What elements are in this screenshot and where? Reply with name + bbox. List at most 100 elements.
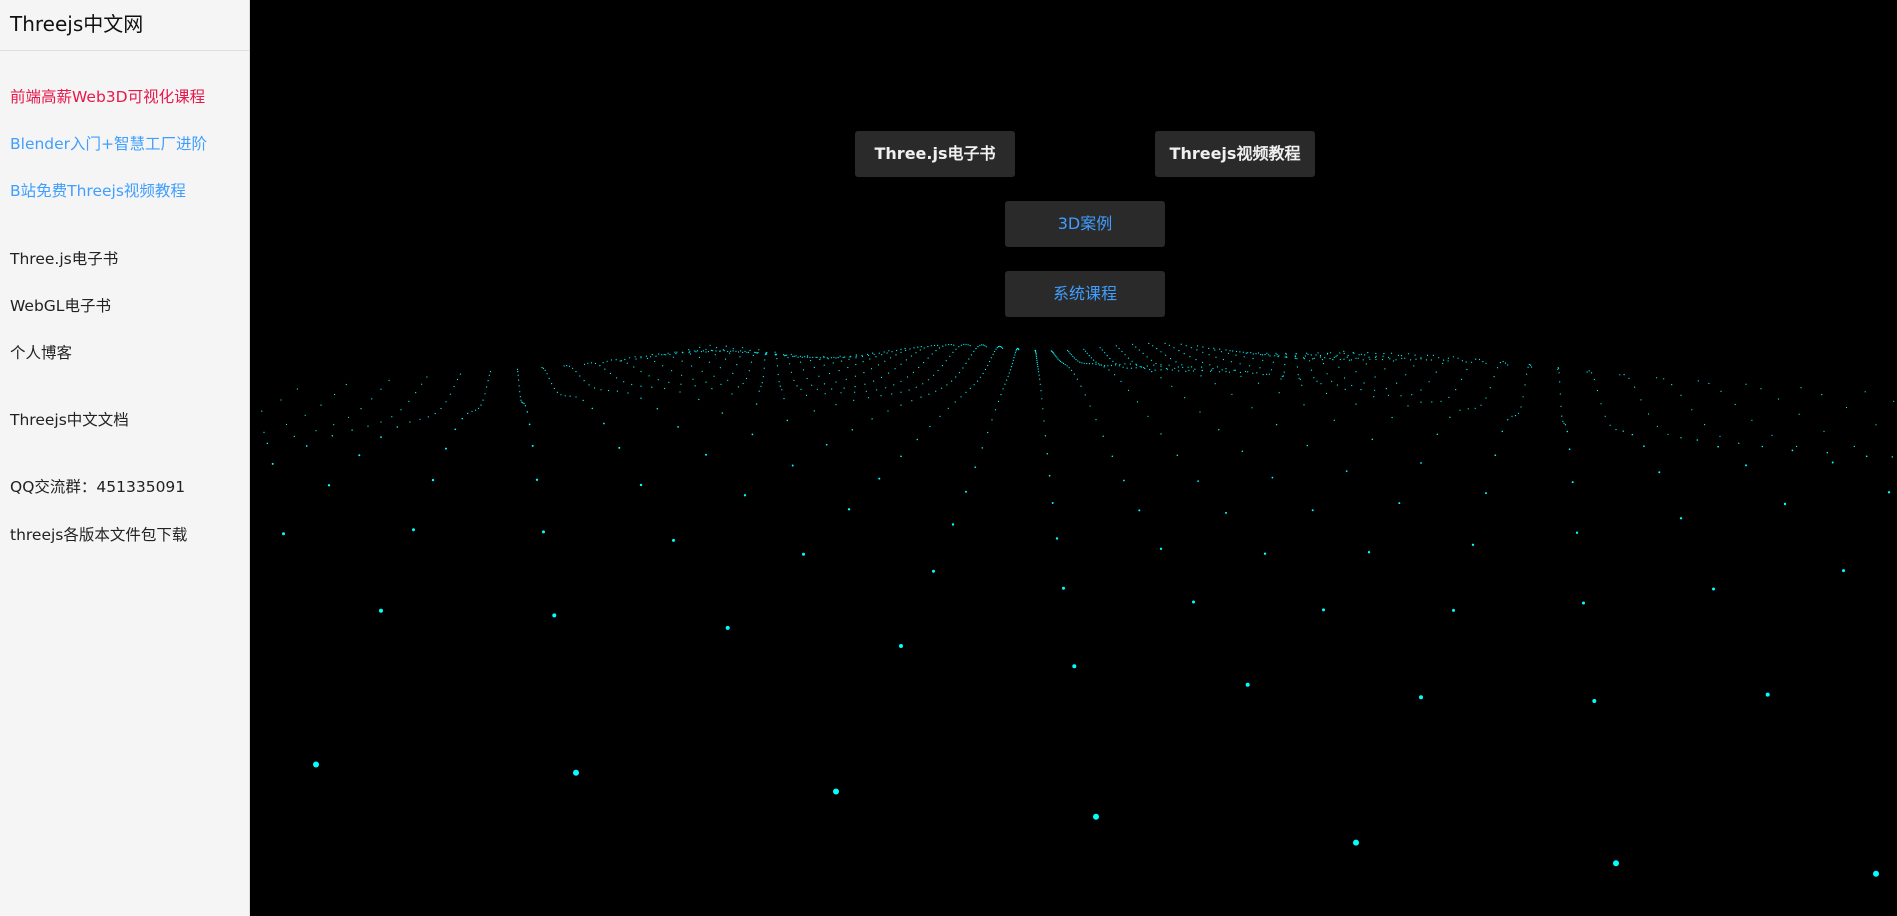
3d-cases-button[interactable]: 3D案例 <box>1005 201 1165 247</box>
particle-dot <box>1275 352 1277 354</box>
link-personal-blog[interactable]: 个人博客 <box>10 341 72 363</box>
particle-dot <box>1135 363 1137 365</box>
particle-dot <box>1176 454 1179 457</box>
link-webgl-ebook[interactable]: WebGL电子书 <box>10 294 111 316</box>
particle-dot <box>1353 839 1359 846</box>
particle-dot <box>551 383 553 385</box>
particle-dot <box>261 410 263 412</box>
link-web3d-course[interactable]: 前端高薪Web3D可视化课程 <box>10 85 205 107</box>
site-title[interactable]: Threejs中文网 <box>0 0 249 51</box>
particle-dot <box>813 410 815 412</box>
particle-dot <box>1382 355 1384 357</box>
ebook-button[interactable]: Three.js电子书 <box>855 131 1015 177</box>
particle-dot <box>908 389 910 391</box>
particle-dot <box>1278 392 1280 394</box>
particle-dot <box>824 393 826 395</box>
particle-dot <box>828 372 831 375</box>
particle-dot <box>1343 377 1346 379</box>
particle-dot <box>691 365 693 367</box>
link-threejs-downloads[interactable]: threejs各版本文件包下载 <box>10 523 187 545</box>
particle-dot <box>263 431 265 433</box>
particle-dot <box>1496 367 1499 369</box>
particle-dot <box>823 355 825 358</box>
particle-dot <box>1284 356 1286 358</box>
particle-dot <box>1039 383 1041 385</box>
particle-dot <box>927 346 929 348</box>
particle-dot <box>1387 394 1390 396</box>
particle-dot <box>847 366 849 369</box>
particle-dot <box>619 360 621 362</box>
particle-dot <box>1480 404 1482 406</box>
particle-dot <box>1568 448 1571 451</box>
link-bilibili-tutorial[interactable]: B站免费Threejs视频教程 <box>10 179 186 201</box>
particle-dot <box>965 362 967 364</box>
particle-dot <box>1410 359 1412 361</box>
particle-dot <box>1114 374 1116 376</box>
particle-dot <box>1106 355 1108 357</box>
particle-dot <box>1089 405 1091 407</box>
particle-dot <box>919 349 921 351</box>
particle-dot <box>1425 359 1427 361</box>
particle-dot <box>806 356 809 358</box>
particle-dot <box>1408 353 1410 355</box>
particle-dot <box>735 350 737 352</box>
particle-dot <box>380 421 382 423</box>
link-qq-group[interactable]: QQ交流群：451335091 <box>10 475 185 497</box>
particle-dot <box>877 364 880 366</box>
particle-dot <box>900 404 902 406</box>
particle-dot <box>1086 352 1088 354</box>
particle-dot <box>890 357 892 359</box>
particle-dot <box>1395 359 1397 361</box>
link-threejs-ebook[interactable]: Three.js电子书 <box>10 247 118 269</box>
particle-dot <box>870 368 873 370</box>
particle-dot <box>935 350 937 352</box>
particle-dot <box>1436 433 1439 435</box>
system-courses-button[interactable]: 系统课程 <box>1005 271 1165 317</box>
particle-dot <box>831 388 833 390</box>
particle-dot <box>1330 352 1332 354</box>
particle-dot <box>1174 367 1176 369</box>
particle-dot <box>1114 364 1117 366</box>
particle-dot <box>1455 389 1457 391</box>
particle-dot <box>1364 354 1366 356</box>
particle-dot <box>1367 352 1369 354</box>
particle-dot <box>1397 354 1399 356</box>
particle-dot <box>1367 551 1371 554</box>
particle-dot <box>434 412 436 415</box>
particle-dot <box>880 395 882 397</box>
particle-dot <box>982 372 984 375</box>
particle-dot <box>1663 378 1665 380</box>
particle-dot <box>965 490 967 493</box>
particle-dot <box>1296 358 1298 360</box>
particle-dot <box>1385 388 1387 390</box>
particle-dot <box>524 405 527 407</box>
particle-dot <box>1671 384 1673 386</box>
particle-dot <box>677 426 679 428</box>
particle-dot <box>755 351 757 354</box>
particle-dot <box>1048 474 1051 477</box>
particle-dot <box>1336 354 1338 356</box>
particle-dot <box>563 365 565 367</box>
link-blender-course[interactable]: Blender入门+智慧工厂进阶 <box>10 132 207 154</box>
particle-dot <box>730 350 732 352</box>
particle-dot <box>1761 445 1764 448</box>
particle-dot <box>1384 368 1386 370</box>
particle-dot <box>1178 350 1180 352</box>
particle-dot <box>1301 384 1303 386</box>
particle-dot <box>932 374 935 376</box>
particle-dot <box>700 351 702 353</box>
particle-dot <box>1431 401 1433 403</box>
particle-dot <box>698 356 701 358</box>
particle-dot <box>1389 358 1391 360</box>
particle-dot <box>1368 356 1370 358</box>
particle-dot <box>891 351 893 353</box>
particle-dot <box>548 377 550 379</box>
particle-dot <box>640 397 642 399</box>
particle-dot <box>1765 692 1770 697</box>
particle-wave-scene[interactable]: Three.js电子书 Threejs视频教程 3D案例 系统课程 <box>251 0 1897 916</box>
particle-dot <box>1068 351 1070 353</box>
link-threejs-docs[interactable]: Threejs中文文档 <box>10 408 129 430</box>
video-tutorial-button[interactable]: Threejs视频教程 <box>1155 131 1315 177</box>
particle-dot <box>1067 349 1069 352</box>
particle-dot <box>958 372 961 374</box>
